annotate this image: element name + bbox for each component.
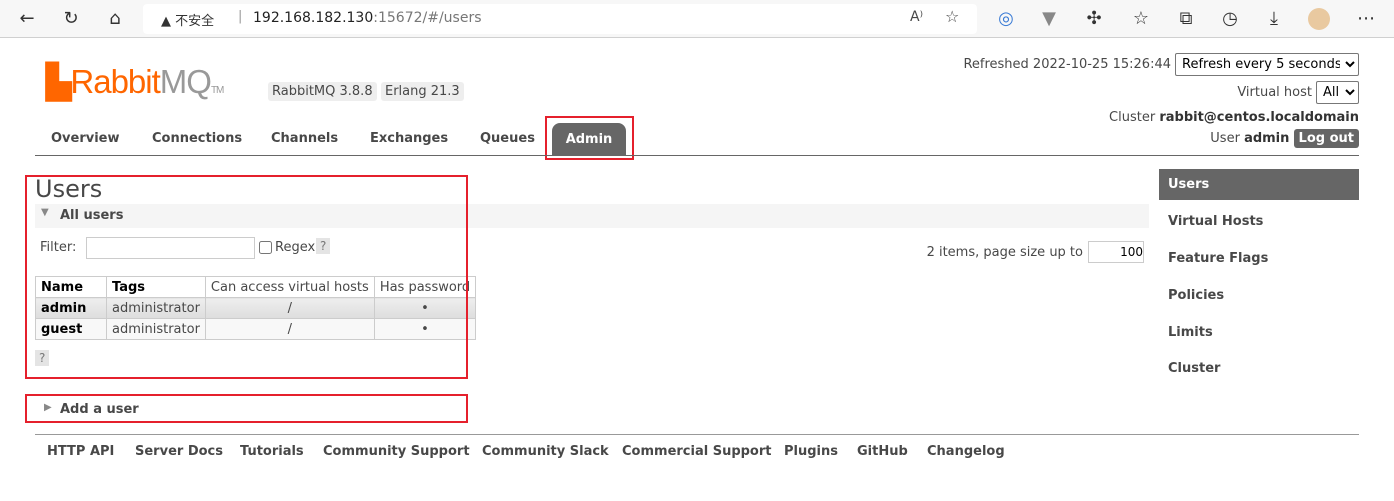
read-aloud-icon[interactable]: A⁾ (910, 9, 923, 25)
tab-connections[interactable]: Connections (152, 131, 242, 146)
home-icon[interactable]: ⌂ (104, 8, 126, 30)
vhost-label: Virtual host (1237, 85, 1312, 100)
more-icon[interactable]: ⋯ (1355, 8, 1377, 30)
footer-link-plugins[interactable]: Plugins (784, 444, 838, 459)
vhost-row: Virtual host All (1237, 81, 1359, 104)
add-favorite-icon[interactable]: ☆ (945, 7, 959, 26)
back-icon[interactable]: ← (16, 8, 38, 30)
sidebar-item-feature-flags[interactable]: Feature Flags (1159, 243, 1359, 274)
sidebar-item-policies[interactable]: Policies (1159, 280, 1359, 311)
refresh-icon[interactable]: ↻ (60, 8, 82, 30)
security-warning[interactable]: ▲ 不安全 (161, 10, 214, 29)
vue-icon[interactable]: ▼ (1038, 8, 1060, 30)
erlang-badge: Erlang 21.3 (381, 82, 464, 101)
page-size-input[interactable] (1088, 241, 1144, 263)
refresh-interval-select[interactable]: Refresh every 5 seconds (1175, 53, 1359, 76)
cluster-name: rabbit@centos.localdomain (1159, 110, 1359, 125)
cluster-label: Cluster (1109, 110, 1156, 125)
favorites-icon[interactable]: ☆ (1130, 8, 1152, 30)
footer-link-server-docs[interactable]: Server Docs (135, 444, 223, 459)
tab-exchanges[interactable]: Exchanges (370, 131, 448, 146)
footer-link-changelog[interactable]: Changelog (927, 444, 1005, 459)
user-label: User (1210, 131, 1240, 146)
url-path: :15672/#/users (373, 10, 482, 26)
pagination-label: 2 items, page size up to (926, 244, 1083, 260)
collections-icon[interactable]: ⧉ (1175, 8, 1197, 30)
refresh-row: Refreshed 2022-10-25 15:26:44 Refresh ev… (963, 53, 1359, 76)
user-info: User admin Log out (1210, 129, 1359, 148)
user-name: admin (1244, 131, 1290, 146)
footer-link-commercial-support[interactable]: Commercial Support (622, 444, 772, 459)
footer-link-tutorials[interactable]: Tutorials (240, 444, 304, 459)
tab-queues[interactable]: Queues (480, 131, 535, 146)
extensions-icon[interactable]: ✣ (1083, 8, 1105, 30)
vhost-select[interactable]: All (1316, 81, 1359, 104)
rabbitmq-logo[interactable]: ▙RabbitMQTM (46, 62, 224, 101)
cluster-info: Cluster rabbit@centos.localdomain (1109, 110, 1359, 125)
url-text[interactable]: 192.168.182.130:15672/#/users (253, 10, 482, 26)
sidebar-item-users[interactable]: Users (1159, 169, 1359, 200)
highlight-box (25, 394, 468, 423)
address-bar[interactable]: ▲ 不安全 | 192.168.182.130:15672/#/users A⁾… (143, 4, 977, 34)
divider: | (238, 9, 243, 24)
extension-icon[interactable]: ◎ (995, 8, 1017, 30)
version-badge: RabbitMQ 3.8.8 (268, 82, 377, 101)
footer-link-http-api[interactable]: HTTP API (47, 444, 114, 459)
tab-overview[interactable]: Overview (51, 131, 120, 146)
footer-link-community-slack[interactable]: Community Slack (482, 444, 609, 459)
highlight-box (25, 175, 468, 379)
logout-button[interactable]: Log out (1293, 129, 1359, 148)
security-label: 不安全 (175, 14, 215, 29)
footer-divider (35, 434, 1359, 435)
highlight-box (545, 116, 634, 160)
nav-divider (35, 155, 1359, 156)
refreshed-timestamp: Refreshed 2022-10-25 15:26:44 (963, 57, 1171, 72)
footer-link-community-support[interactable]: Community Support (323, 444, 470, 459)
footer-link-github[interactable]: GitHub (857, 444, 908, 459)
sidebar-item-virtual-hosts[interactable]: Virtual Hosts (1159, 206, 1359, 237)
browser-toolbar: ← ↻ ⌂ ▲ 不安全 | 192.168.182.130:15672/#/us… (0, 0, 1394, 38)
profile-avatar[interactable] (1308, 8, 1330, 30)
sidebar-item-cluster[interactable]: Cluster (1159, 353, 1359, 384)
history-icon[interactable]: ◷ (1219, 8, 1241, 30)
pagination: 2 items, page size up to (927, 241, 1144, 263)
sidebar-item-limits[interactable]: Limits (1159, 317, 1359, 348)
tab-channels[interactable]: Channels (271, 131, 338, 146)
download-icon[interactable]: ⤓ (1263, 8, 1285, 30)
url-host: 192.168.182.130 (253, 10, 374, 26)
